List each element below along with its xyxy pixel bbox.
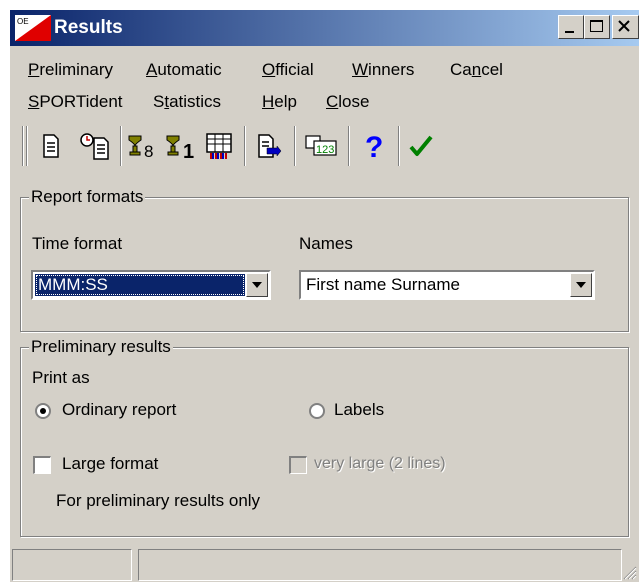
trophy-1-icon: 1 bbox=[166, 135, 194, 160]
large-format-checkbox[interactable] bbox=[33, 456, 51, 474]
labels-radio[interactable] bbox=[309, 403, 325, 419]
menu-automatic[interactable]: Automatic bbox=[146, 60, 222, 80]
toolbar: 8 1 123 ? bbox=[10, 118, 639, 172]
maximize-button[interactable] bbox=[584, 15, 610, 39]
very-large-checkbox bbox=[289, 456, 307, 474]
results-table-icon bbox=[206, 133, 232, 159]
toolbar-grip bbox=[22, 126, 24, 166]
menu-bar-row-1: Preliminary Automatic Official Winners C… bbox=[10, 56, 639, 86]
resize-grip-icon[interactable] bbox=[623, 566, 637, 580]
time-format-select[interactable]: MMM:SS bbox=[31, 270, 271, 300]
large-format-label[interactable]: Large format bbox=[62, 454, 158, 474]
menu-cancel[interactable]: Cancel bbox=[450, 60, 503, 80]
toolbar-button-new-document[interactable] bbox=[34, 128, 68, 164]
help-icon: ? bbox=[365, 131, 383, 161]
ordinary-report-label[interactable]: Ordinary report bbox=[62, 400, 176, 420]
toolbar-button-help[interactable]: ? bbox=[356, 128, 390, 164]
menu-sportident[interactable]: SPORTident bbox=[28, 92, 123, 112]
time-format-label: Time format bbox=[32, 234, 123, 253]
title-bar[interactable]: OE Results bbox=[10, 10, 639, 46]
window-title: Results bbox=[54, 17, 123, 38]
close-icon bbox=[618, 20, 630, 32]
menu-winners[interactable]: Winners bbox=[352, 60, 414, 80]
document-icon bbox=[43, 134, 59, 158]
report-formats-legend: Report formats bbox=[29, 187, 146, 207]
status-pane-1 bbox=[12, 549, 132, 581]
menu-official[interactable]: Official bbox=[262, 60, 314, 80]
toolbar-grip bbox=[26, 126, 28, 166]
status-pane-2 bbox=[138, 549, 622, 581]
toolbar-separator bbox=[348, 126, 350, 166]
trophy-8-icon: 8 bbox=[128, 135, 153, 160]
chevron-down-icon bbox=[252, 282, 262, 288]
toolbar-button-timed-document[interactable] bbox=[76, 128, 116, 164]
menu-statistics[interactable]: Statistics bbox=[153, 92, 221, 112]
toolbar-separator bbox=[398, 126, 400, 166]
svg-text:?: ? bbox=[365, 131, 383, 161]
report-formats-group: Report formats Time format Names MMM:SS … bbox=[20, 187, 629, 332]
time-format-value: MMM:SS bbox=[35, 274, 245, 296]
toolbar-separator bbox=[294, 126, 296, 166]
status-bar bbox=[10, 543, 639, 582]
svg-text:1: 1 bbox=[183, 141, 194, 160]
maximize-icon bbox=[590, 20, 603, 32]
svg-text:OE: OE bbox=[17, 17, 29, 26]
toolbar-button-numbered-table[interactable]: 123 bbox=[302, 128, 342, 164]
svg-text:123: 123 bbox=[316, 144, 334, 156]
time-format-dropdown-button[interactable] bbox=[246, 273, 268, 297]
labels-radio-label[interactable]: Labels bbox=[334, 400, 384, 420]
ordinary-report-radio[interactable] bbox=[35, 403, 51, 419]
toolbar-button-trophy-1[interactable]: 1 bbox=[164, 128, 198, 164]
menu-close[interactable]: Close bbox=[326, 92, 369, 112]
ok-check-icon bbox=[409, 135, 433, 156]
toolbar-button-trophy-8[interactable]: 8 bbox=[126, 128, 160, 164]
toolbar-button-ok[interactable] bbox=[404, 128, 438, 164]
names-select[interactable]: First name Surname bbox=[299, 270, 595, 300]
print-as-label: Print as bbox=[32, 368, 90, 387]
names-value: First name Surname bbox=[306, 275, 460, 294]
preliminary-results-legend: Preliminary results bbox=[29, 337, 173, 357]
radio-selected-dot bbox=[40, 408, 46, 414]
timed-document-icon bbox=[80, 133, 109, 160]
export-document-icon bbox=[258, 134, 282, 158]
svg-text:8: 8 bbox=[144, 142, 153, 160]
results-window: OE Results Preliminary Automatic Officia… bbox=[10, 10, 639, 582]
preliminary-note: For preliminary results only bbox=[56, 491, 261, 510]
menu-preliminary[interactable]: Preliminary bbox=[28, 60, 113, 80]
names-label: Names bbox=[299, 234, 353, 253]
numbered-table-icon: 123 bbox=[305, 135, 337, 156]
minimize-button[interactable] bbox=[558, 15, 584, 39]
very-large-label: very large (2 lines) bbox=[314, 455, 446, 472]
toolbar-button-results-table[interactable] bbox=[202, 128, 236, 164]
close-button[interactable] bbox=[612, 15, 639, 39]
menu-bar-row-2: SPORTident Statistics Help Close bbox=[10, 88, 639, 118]
toolbar-separator bbox=[244, 126, 246, 166]
preliminary-results-group: Preliminary results Print as Ordinary re… bbox=[20, 337, 629, 537]
chevron-down-icon bbox=[576, 282, 586, 288]
toolbar-button-export-document[interactable] bbox=[252, 128, 286, 164]
menu-help[interactable]: Help bbox=[262, 92, 297, 112]
minimize-icon bbox=[565, 31, 574, 33]
names-dropdown-button[interactable] bbox=[570, 273, 592, 297]
app-icon: OE bbox=[15, 15, 51, 41]
toolbar-separator bbox=[120, 126, 122, 166]
